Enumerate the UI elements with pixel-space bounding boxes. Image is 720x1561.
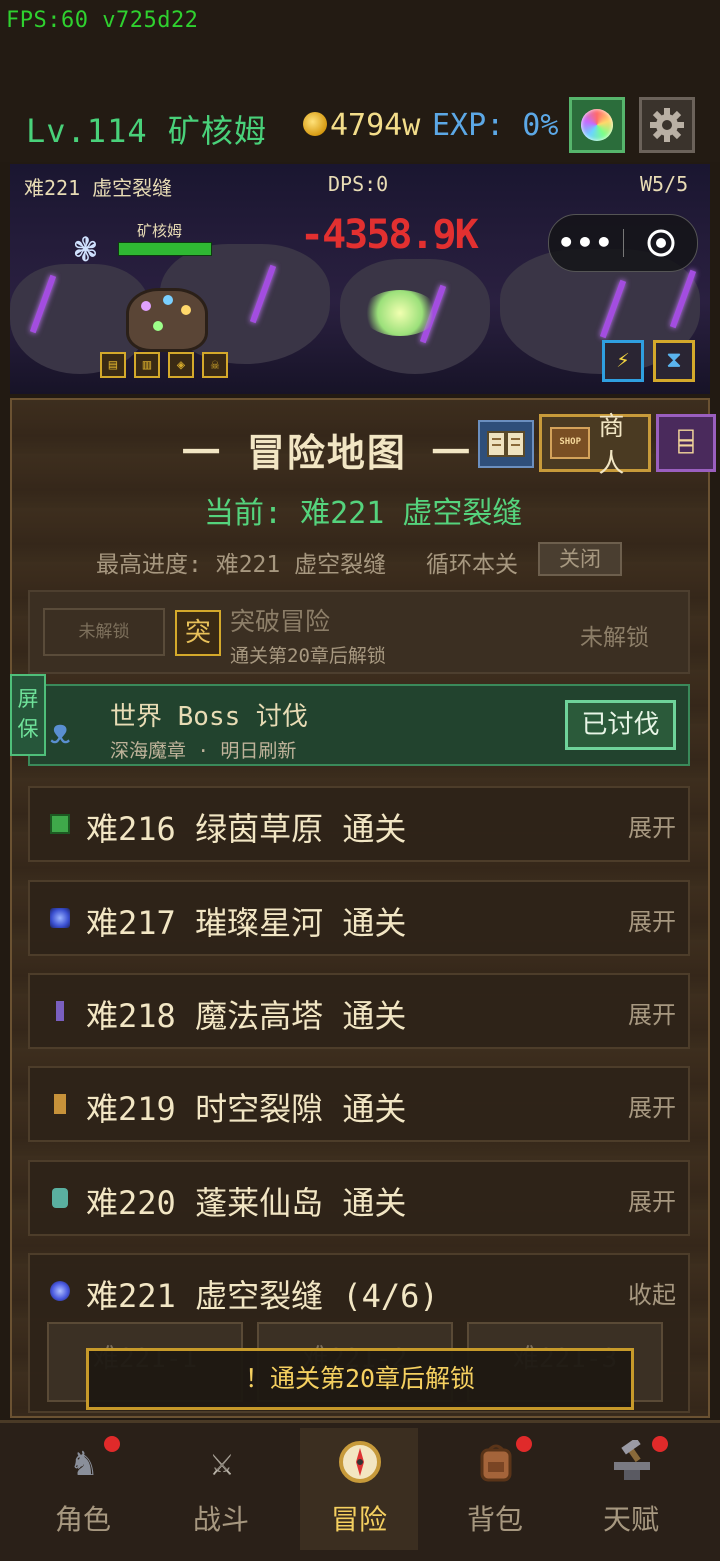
miniprogram-capsule[interactable]: ••• (548, 214, 698, 272)
void-stage-icon (50, 1281, 70, 1301)
close-target-icon[interactable] (624, 228, 697, 258)
skill-slot-3[interactable]: ◈ (168, 352, 194, 378)
stage-name: 难216 绿茵草原 通关 (86, 810, 407, 848)
breakthrough-locked-button[interactable]: 未解锁 (43, 608, 165, 656)
nav-label: 战斗 (192, 1503, 249, 1536)
nav-label: 冒险 (330, 1503, 387, 1536)
nav-label: 背包 (466, 1503, 523, 1536)
galaxy-stage-icon (50, 908, 70, 928)
octopus-boss-icon: ᴥ (50, 712, 71, 752)
screensaver-tab[interactable]: 屏保 (10, 674, 46, 756)
notification-badge (652, 1436, 668, 1452)
coin-icon (303, 112, 327, 136)
nav-talent[interactable]: 天赋 (572, 1428, 690, 1550)
battle-stage-name: 难221 虚空裂缝 (24, 176, 173, 200)
player-level: Lv.114 矿核姆 (26, 112, 267, 150)
nav-backpack[interactable]: 背包 (436, 1428, 554, 1550)
scroll-button[interactable]: ⌸ (656, 414, 716, 472)
nav-label: 天赋 (602, 1503, 659, 1536)
breakthrough-subtitle: 通关第20章后解锁 (230, 645, 386, 667)
stage-row[interactable]: 难217 璀璨星河 通关 展开 (28, 880, 690, 956)
collapse-toggle[interactable]: 收起 (628, 1275, 676, 1310)
hero-sprite (126, 288, 208, 352)
merchant-button[interactable]: SHOP 商人 (539, 412, 651, 479)
world-boss-title: 世界 Boss 讨伐 (110, 702, 308, 732)
merchant-label: 商人 (598, 412, 625, 479)
anvil-icon (610, 1437, 654, 1484)
hourglass-button[interactable]: ⧗ (653, 340, 695, 382)
breakthrough-status: 未解锁 (580, 625, 649, 651)
sword-icon: ⚔ (210, 1440, 234, 1484)
wave-counter: W5/5 (640, 172, 689, 196)
nav-adventure[interactable]: 冒险 (300, 1428, 418, 1550)
stage-name: 难218 魔法高塔 通关 (86, 997, 407, 1035)
world-boss-subtitle: 深海魔章 · 明日刷新 (110, 740, 297, 762)
stage-name: 难217 璀璨星河 通关 (86, 904, 407, 942)
fps-counter: FPS:60 v725d22 (6, 8, 199, 33)
skill-slot-4[interactable]: ☠ (202, 352, 228, 378)
expand-toggle[interactable]: 展开 (628, 808, 676, 843)
stage-name: 难219 时空裂隙 通关 (86, 1090, 407, 1128)
stage-name: 难220 蓬莱仙岛 通关 (86, 1184, 407, 1222)
stage-row[interactable]: 难216 绿茵草原 通关 展开 (28, 786, 690, 862)
knight-icon: ♞ (72, 1440, 96, 1484)
unlock-toast: ！通关第20章后解锁 (86, 1348, 634, 1410)
expand-toggle[interactable]: 展开 (628, 995, 676, 1030)
guide-book-button[interactable] (478, 420, 534, 468)
lightning-icon: ⚡ (616, 348, 630, 373)
notification-badge (104, 1436, 120, 1452)
skill-slot-1[interactable]: ▤ (100, 352, 126, 378)
expand-toggle[interactable]: 展开 (628, 1182, 676, 1217)
stage-row[interactable]: 难219 时空裂隙 通关 展开 (28, 1066, 690, 1142)
speed-up-button[interactable]: ⚡ (602, 340, 644, 382)
expand-toggle[interactable]: 展开 (628, 902, 676, 937)
gem-button[interactable] (569, 97, 625, 153)
stage-name: 难221 虚空裂缝 (4/6) (86, 1277, 439, 1315)
loop-toggle-button[interactable]: 关闭 (538, 542, 622, 576)
breakthrough-title: 突破冒险 (230, 607, 331, 636)
island-stage-icon (52, 1188, 68, 1208)
nav-battle[interactable]: ⚔ 战斗 (162, 1428, 280, 1550)
dps-readout: DPS:0 (328, 172, 389, 196)
damage-number: -4358.9K (300, 212, 479, 258)
tower-stage-icon (56, 1001, 64, 1021)
settings-button[interactable] (639, 97, 695, 153)
shop-sign-icon: SHOP (550, 427, 591, 459)
hourglass-stage-icon (54, 1094, 66, 1114)
gold-amount: 4794w (330, 108, 421, 143)
nav-character[interactable]: ♞ 角色 (24, 1428, 142, 1550)
current-stage: 当前: 难221 虚空裂缝 (204, 496, 523, 531)
skill-slot-2[interactable]: ▥ (134, 352, 160, 378)
stage-row[interactable]: 难220 蓬莱仙岛 通关 展开 (28, 1160, 690, 1236)
expand-toggle[interactable]: 展开 (628, 1088, 676, 1123)
nav-label: 角色 (54, 1503, 111, 1536)
gear-icon (650, 108, 684, 142)
compass-icon (338, 1440, 382, 1484)
book-icon (487, 431, 525, 457)
best-progress: 最高进度: 难221 虚空裂缝 (96, 552, 387, 578)
hourglass-icon: ⧗ (666, 348, 682, 373)
backpack-icon (474, 1440, 518, 1484)
rainbow-gem-icon (581, 109, 613, 141)
more-icon[interactable]: ••• (549, 229, 623, 257)
hero-hp-bar (118, 242, 212, 256)
loop-stage-label: 循环本关 (426, 552, 518, 578)
world-boss-defeated-button[interactable]: 已讨伐 (565, 700, 676, 750)
enemy-sprite (362, 290, 438, 336)
hero-name: 矿核姆 (137, 222, 183, 240)
exp-value: EXP: 0% (432, 108, 559, 143)
stage-row[interactable]: 难218 魔法高塔 通关 展开 (28, 973, 690, 1049)
grass-stage-icon (50, 814, 70, 834)
map-title: 一 冒险地图 一 (182, 431, 472, 475)
crystal-flower-icon: ❃ (74, 226, 97, 270)
breakthrough-icon: 突 (175, 610, 221, 656)
notification-badge (516, 1436, 532, 1452)
scroll-icon: ⌸ (678, 428, 694, 458)
